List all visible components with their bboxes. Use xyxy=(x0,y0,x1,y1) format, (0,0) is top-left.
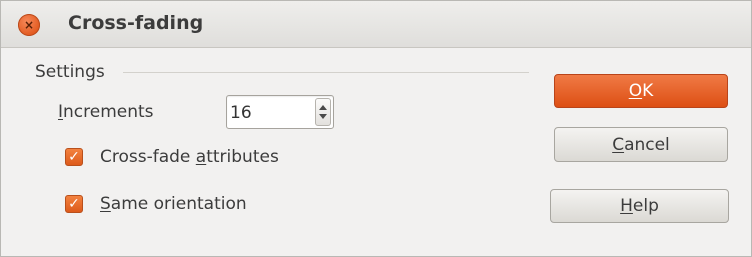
spin-down-arrow-icon[interactable] xyxy=(319,114,327,119)
increments-input[interactable] xyxy=(230,102,310,124)
increments-label: Increments xyxy=(58,102,154,122)
same-orientation-label-rest: ame orientation xyxy=(110,194,247,214)
settings-divider xyxy=(123,72,529,73)
help-button-rest: elp xyxy=(632,196,659,216)
ok-button[interactable]: OK xyxy=(554,74,728,108)
close-icon: × xyxy=(23,18,35,32)
ok-button-mnemonic: O xyxy=(628,81,643,101)
cross-fading-dialog: × Cross-fading Settings Increments ✓ Cro… xyxy=(0,0,752,257)
ok-button-rest: K xyxy=(642,81,654,101)
increments-spin-buttons[interactable] xyxy=(315,98,331,126)
same-orientation-label-mnemonic: S xyxy=(100,194,111,214)
increments-label-rest: ncrements xyxy=(63,102,154,122)
help-button-mnemonic: H xyxy=(620,196,633,216)
cross-fade-attributes-label: Cross-fade attributes xyxy=(100,147,279,167)
same-orientation-label: Same orientation xyxy=(100,194,247,214)
cross-fade-attributes-option[interactable]: ✓ Cross-fade attributes xyxy=(65,147,279,167)
cancel-button-rest: ancel xyxy=(624,134,670,155)
title-bar: × Cross-fading xyxy=(1,1,751,48)
cross-fade-attributes-label-start: Cross-fade xyxy=(100,147,196,167)
cancel-button-mnemonic: C xyxy=(612,134,625,155)
settings-section-label: Settings xyxy=(35,62,105,82)
increments-spinbox[interactable] xyxy=(226,95,334,129)
checkmark-icon: ✓ xyxy=(68,196,80,212)
cross-fade-attributes-checkbox[interactable]: ✓ xyxy=(65,148,83,166)
cancel-button[interactable]: Cancel xyxy=(554,127,728,162)
help-button[interactable]: Help xyxy=(550,189,729,223)
same-orientation-checkbox[interactable]: ✓ xyxy=(65,195,83,213)
cross-fade-attributes-label-end: ttributes xyxy=(206,147,279,167)
checkmark-icon: ✓ xyxy=(68,149,80,165)
spin-up-arrow-icon[interactable] xyxy=(319,105,327,110)
cross-fade-attributes-label-mnemonic: a xyxy=(195,147,207,167)
same-orientation-option[interactable]: ✓ Same orientation xyxy=(65,194,247,214)
dialog-title: Cross-fading xyxy=(68,12,204,34)
close-button[interactable]: × xyxy=(18,14,40,36)
